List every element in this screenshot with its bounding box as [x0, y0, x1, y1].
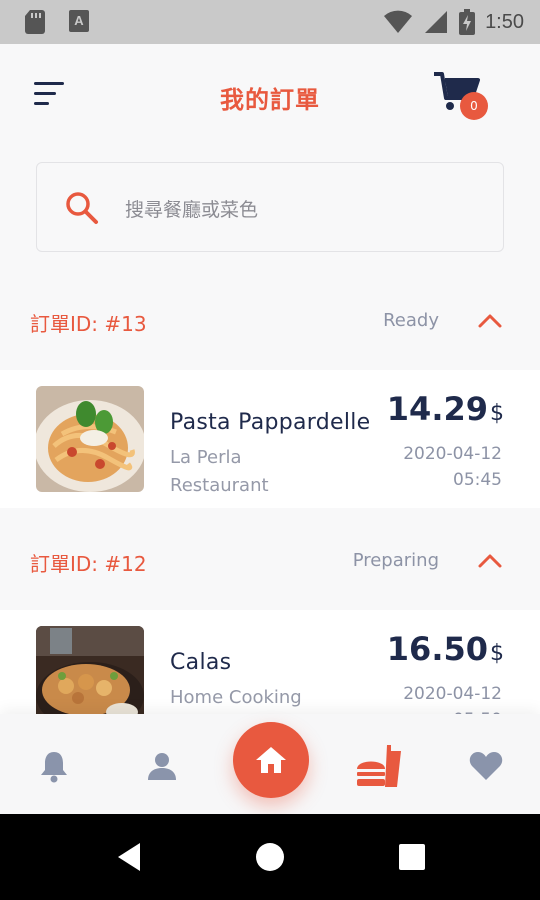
order-time: 05:45 [453, 470, 502, 490]
order-date: 2020-04-12 [403, 444, 502, 464]
app-header: 我的訂單 0 [0, 44, 540, 150]
search-placeholder: 搜尋餐廳或菜色 [125, 199, 259, 221]
svg-text:A: A [74, 13, 84, 28]
currency-symbol: $ [490, 641, 504, 666]
recents-icon[interactable] [398, 843, 426, 871]
food-image-pasta [36, 386, 144, 492]
chevron-up-icon[interactable] [476, 310, 504, 334]
price: 14.29 $ [387, 390, 504, 428]
order-header-13[interactable]: 訂單ID: #13 Ready [0, 284, 540, 360]
fastfood-icon [357, 745, 401, 787]
order-id: 訂單ID: #13 [30, 312, 147, 336]
status-time: 1:50 [485, 10, 524, 33]
cellular-signal-icon [425, 11, 448, 33]
battery-charging-icon [459, 9, 476, 35]
cart-count-badge: 0 [460, 92, 488, 120]
restaurant-name: La Perla Restaurant [170, 447, 269, 496]
keyboard-a-icon: A [69, 10, 89, 32]
currency-symbol: $ [490, 401, 504, 426]
person-icon [148, 753, 176, 780]
order-status: Preparing [352, 550, 439, 571]
wifi-icon [384, 10, 413, 33]
system-navigation-bar [0, 814, 540, 900]
search-input[interactable]: 搜尋餐廳或菜色 [36, 162, 504, 252]
food-name: Pasta Pappardelle [170, 410, 371, 435]
sd-card-icon [25, 10, 45, 34]
status-bar: A 1:50 [0, 0, 540, 44]
order-item-card[interactable]: Pasta Pappardelle La Perla Restaurant 14… [0, 370, 540, 508]
nav-home[interactable] [233, 722, 309, 798]
price-value: 14.29 [386, 390, 488, 428]
nav-orders[interactable] [354, 744, 406, 788]
home-circle-icon[interactable] [254, 841, 286, 873]
bottom-navigation [0, 714, 540, 814]
order-header-12[interactable]: 訂單ID: #12 Preparing [0, 524, 540, 600]
bell-icon [41, 752, 67, 783]
chevron-up-icon[interactable] [476, 550, 504, 574]
cart-button[interactable]: 0 [432, 68, 492, 124]
heart-icon [469, 752, 503, 780]
back-icon[interactable] [114, 841, 144, 873]
food-name: Calas [170, 650, 232, 675]
nav-favorites[interactable] [464, 744, 508, 788]
order-date: 2020-04-12 [403, 684, 502, 704]
search-icon [66, 192, 98, 224]
nav-profile[interactable] [140, 744, 184, 788]
order-id: 訂單ID: #12 [30, 552, 147, 576]
nav-notifications[interactable] [32, 744, 76, 788]
price: 16.50 $ [387, 630, 504, 668]
price-value: 16.50 [386, 630, 488, 668]
order-status: Ready [383, 310, 439, 331]
home-icon [256, 747, 286, 773]
